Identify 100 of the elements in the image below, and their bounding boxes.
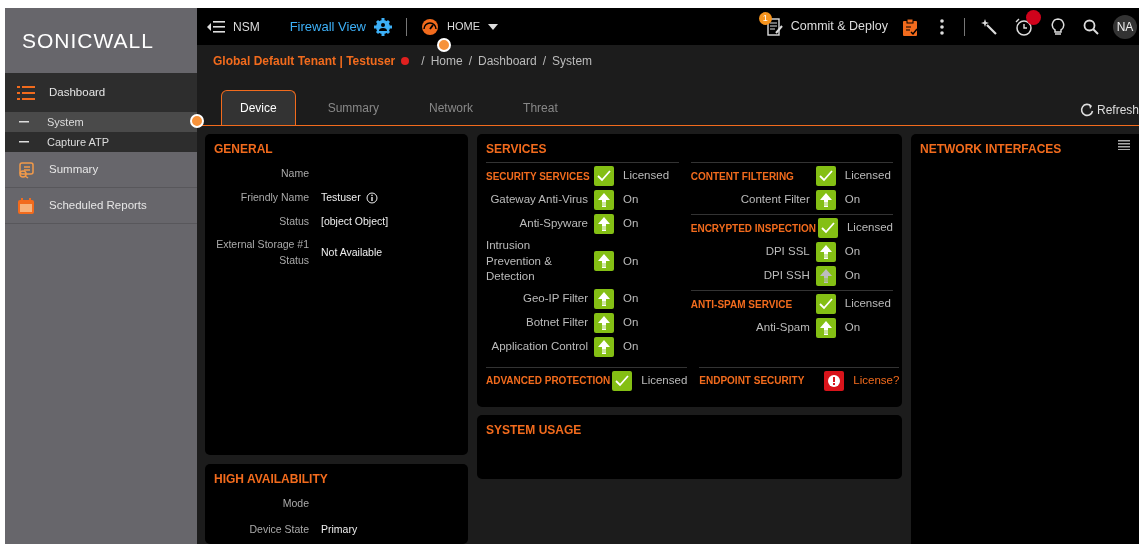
sidebar-label: Scheduled Reports: [49, 197, 147, 213]
dash-icon: [19, 121, 29, 123]
service-group-title: SECURITY SERVICES: [486, 169, 591, 184]
field-value: Primary: [321, 522, 358, 538]
service-group-title: ANTI-SPAM SERVICE: [690, 297, 794, 312]
home-dropdown[interactable]: HOME: [447, 18, 480, 35]
service-status: Licensed: [641, 372, 688, 388]
service-group-title: ADVANCED PROTECTION: [486, 374, 612, 389]
tab[interactable]: Device: [221, 90, 296, 125]
tab[interactable]: Summary: [309, 91, 398, 125]
sidebar-item[interactable]: Summary: [5, 152, 197, 188]
service-name: Anti-Spam: [755, 320, 811, 336]
panel-title: GENERAL: [214, 141, 274, 158]
service-name: Anti-Spyware: [518, 216, 589, 232]
service-name: Content Filter: [739, 192, 811, 208]
service-status: License?: [853, 372, 900, 388]
service-name: Application Control: [490, 338, 589, 354]
alert-icon: [824, 370, 845, 391]
nsm-label: NSM: [233, 18, 260, 36]
licensed-check-icon: [815, 166, 836, 186]
breadcrumb-link[interactable]: System: [552, 52, 593, 70]
count-badge: 1: [758, 11, 772, 25]
list-icon: [17, 84, 35, 101]
gear-user-icon[interactable]: [374, 17, 392, 36]
service-name: DPI SSH: [762, 268, 811, 284]
service-status: Licensed: [623, 168, 670, 184]
collapse-menu-icon[interactable]: [207, 20, 225, 33]
field-label: Status: [278, 213, 309, 229]
service-status: On: [844, 244, 861, 260]
field-label: Mode: [281, 495, 309, 511]
user-avatar[interactable]: NA: [1113, 14, 1137, 39]
firewall-view-link[interactable]: Firewall View: [289, 16, 366, 37]
service-name: Intrusion Prevention & Detection: [486, 238, 553, 285]
service-status: On: [623, 216, 639, 232]
summary-icon: [17, 160, 35, 179]
service-status: On: [623, 314, 639, 330]
service-name: Geo-IP Filter: [522, 290, 589, 306]
breadcrumb-link[interactable]: Dashboard: [478, 52, 537, 70]
service-status: On: [623, 253, 639, 269]
service-status: On: [623, 290, 639, 306]
menu-icon[interactable]: [1118, 140, 1130, 150]
sidebar-subitem[interactable]: Capture ATP: [5, 132, 197, 152]
calendar-icon: [17, 196, 35, 215]
service-status: Licensed: [844, 296, 891, 312]
sidebar-label: Capture ATP: [47, 134, 110, 150]
field-value: Testuser: [321, 189, 361, 205]
service-group-title: ENCRYPTED INSPECTION: [690, 221, 817, 236]
document-edit-icon[interactable]: [766, 17, 783, 36]
sidebar-subitem[interactable]: System: [5, 112, 197, 132]
service-status: Licensed: [846, 220, 893, 236]
magic-wand-icon[interactable]: [981, 18, 997, 35]
service-status: On: [844, 192, 861, 208]
field-label: Device State: [248, 522, 309, 538]
service-status: On: [623, 192, 639, 208]
panel-title: HIGH AVAILABILITY: [214, 470, 329, 488]
licensed-check-icon: [817, 218, 838, 238]
sidebar-label: Summary: [49, 161, 99, 177]
more-options-icon[interactable]: [940, 18, 944, 35]
alarm-clock-icon[interactable]: [1015, 17, 1033, 36]
service-name: DPI SSL: [764, 244, 811, 260]
refresh-icon: [1079, 103, 1094, 117]
info-icon[interactable]: [365, 191, 378, 204]
sonicwall-logo: SONICWALL: [21, 27, 155, 54]
service-group-title: ENDPOINT SECURITY: [699, 374, 806, 389]
service-status: On: [844, 320, 861, 336]
hotspot-marker[interactable]: [190, 114, 204, 128]
panel-title: SERVICES: [486, 141, 548, 158]
breadcrumb-separator: /: [542, 53, 547, 70]
service-name: Gateway Anti-Virus: [489, 192, 589, 208]
field-label: Friendly Name: [239, 189, 309, 205]
service-status: On: [623, 338, 639, 354]
field-label: Name: [280, 166, 309, 181]
gauge-icon: [421, 17, 439, 36]
licensed-check-icon: [594, 166, 614, 186]
breadcrumb-separator: /: [421, 53, 425, 70]
refresh-button[interactable]: Refresh: [1079, 101, 1139, 125]
service-status: On: [844, 268, 861, 284]
service-name: Botnet Filter: [525, 314, 589, 330]
tenant-name[interactable]: Global Default Tenant | Testuser: [213, 52, 396, 70]
service-group-title: CONTENT FILTERING: [690, 169, 795, 184]
hotspot-marker[interactable]: [437, 38, 451, 52]
field-label: External Storage #1 Status: [215, 237, 309, 268]
field-value: [object Object]: [321, 213, 389, 229]
commit-deploy-button[interactable]: Commit & Deploy: [790, 17, 888, 36]
dash-icon: [19, 141, 29, 143]
clipboard-check-icon[interactable]: [902, 17, 918, 36]
lightbulb-icon[interactable]: [1051, 17, 1065, 36]
service-status: Licensed: [844, 168, 891, 184]
sidebar-item[interactable]: Dashboard: [5, 73, 197, 112]
search-icon[interactable]: [1083, 18, 1099, 35]
breadcrumb-separator: /: [468, 53, 472, 70]
tab[interactable]: Network: [411, 91, 492, 125]
licensed-check-icon: [612, 370, 633, 391]
caret-down-icon[interactable]: [488, 23, 498, 30]
field-value: Not Available: [321, 245, 383, 261]
panel-title: NETWORK INTERFACES: [920, 141, 1062, 158]
sidebar-label: System: [47, 114, 84, 130]
sidebar-item[interactable]: Scheduled Reports: [5, 188, 197, 224]
tab[interactable]: Threat: [505, 91, 576, 125]
breadcrumb-link[interactable]: Home: [430, 52, 463, 70]
